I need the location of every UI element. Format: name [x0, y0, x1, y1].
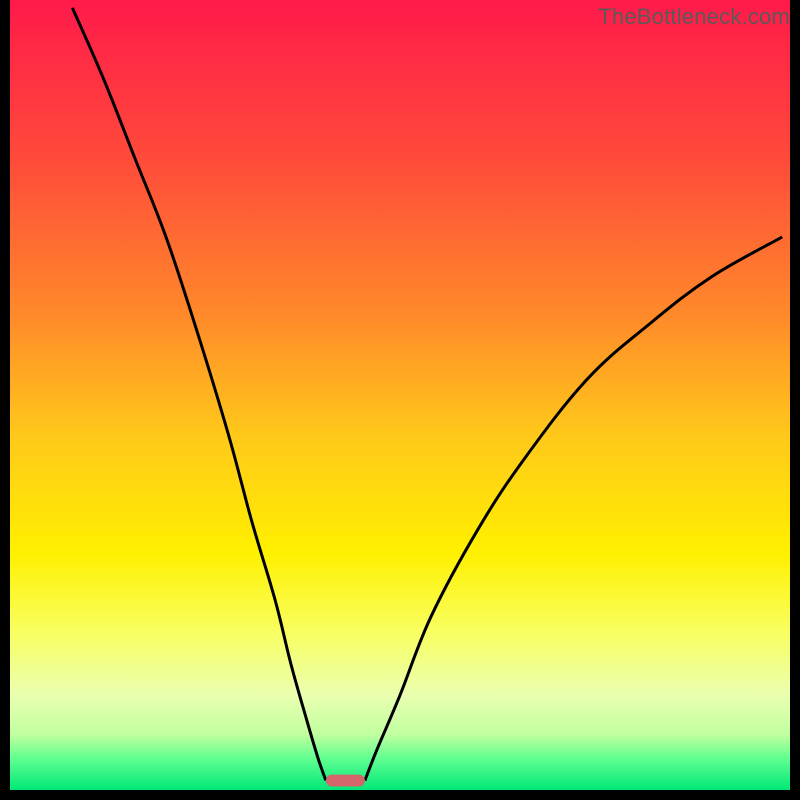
chart-container: TheBottleneck.com [0, 0, 800, 800]
watermark-text: TheBottleneck.com [598, 4, 790, 30]
gradient-background [10, 0, 790, 790]
optimal-marker [326, 775, 365, 787]
bottleneck-chart [0, 0, 800, 800]
